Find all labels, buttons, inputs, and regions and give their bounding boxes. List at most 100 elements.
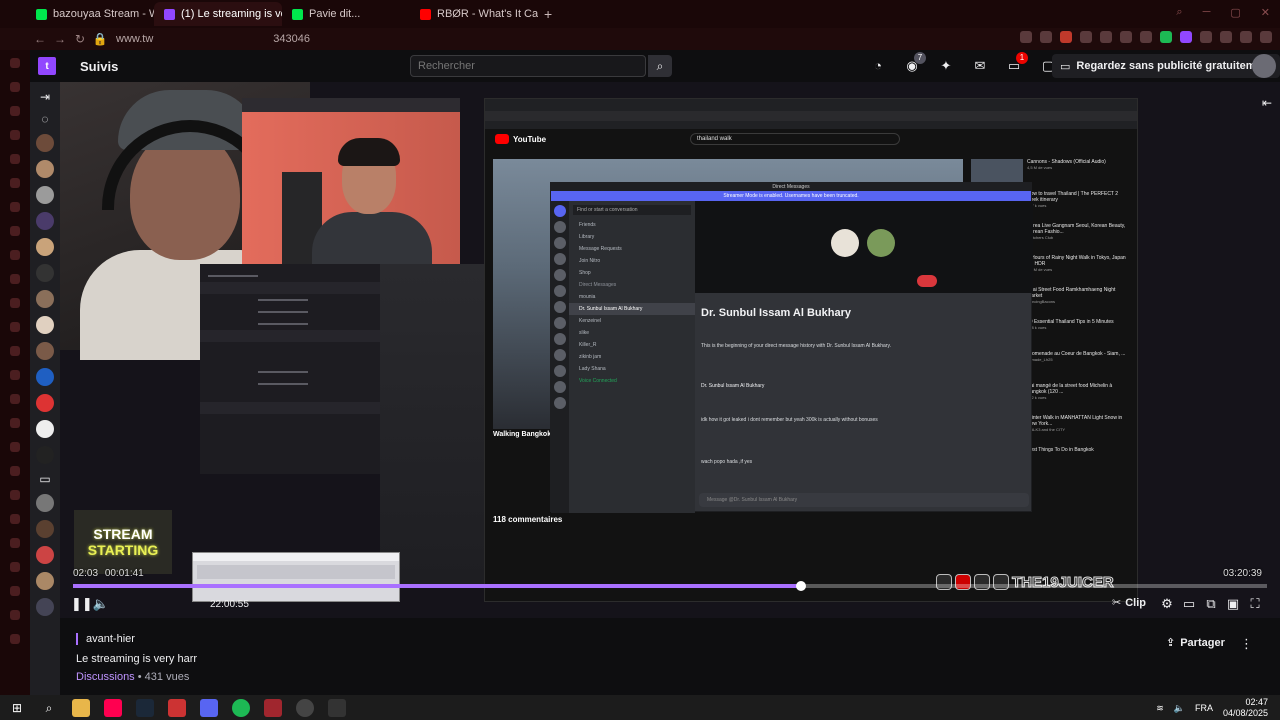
heart-icon[interactable] — [1120, 31, 1132, 43]
theatre-mode-icon[interactable]: ▭ — [1180, 596, 1198, 612]
channel-avatar[interactable] — [36, 212, 54, 230]
inbox-icon[interactable]: ▭ 1 — [1004, 52, 1028, 76]
sidebar-app-icon[interactable] — [10, 202, 20, 212]
channel-avatar[interactable] — [36, 546, 54, 564]
channel-avatar[interactable] — [36, 598, 54, 616]
obs-icon[interactable] — [296, 698, 314, 717]
collapse-chat-icon[interactable]: ⇤ — [1262, 96, 1272, 110]
new-tab-button[interactable]: + — [544, 6, 552, 22]
sidebar-app-icon[interactable] — [10, 250, 20, 260]
sidebar-app-icon[interactable] — [10, 58, 20, 68]
windows-start-icon[interactable]: ⊞ — [8, 699, 26, 717]
extension-icon[interactable] — [1040, 31, 1052, 43]
browser-tab-active[interactable]: (1) Le streaming is ver ✕ — [154, 2, 282, 26]
channel-avatar[interactable] — [36, 342, 54, 360]
extension-icon[interactable] — [1180, 31, 1192, 43]
file-explorer-icon[interactable] — [72, 698, 90, 717]
extension-icon[interactable] — [1020, 31, 1032, 43]
profile-icon[interactable] — [1240, 31, 1252, 43]
channel-avatar[interactable] — [36, 290, 54, 308]
channel-avatar[interactable] — [36, 368, 54, 386]
channel-avatar[interactable] — [36, 520, 54, 538]
extension-icon[interactable] — [1080, 31, 1092, 43]
app-icon[interactable] — [168, 698, 186, 717]
system-clock[interactable]: 02:47 04/08/2025 — [1223, 697, 1268, 719]
url-text-end[interactable]: 343046 — [273, 33, 310, 45]
sidebar-app-icon[interactable] — [10, 370, 20, 380]
browser-icon[interactable] — [264, 698, 282, 717]
channel-avatar[interactable] — [36, 394, 54, 412]
sidebar-app-icon[interactable] — [10, 610, 20, 620]
camera-icon[interactable]: ▭ — [39, 472, 50, 486]
wifi-icon[interactable]: ≋ — [1156, 703, 1164, 714]
sidebar-app-icon[interactable] — [10, 394, 20, 404]
search-input[interactable] — [410, 55, 646, 77]
extensions-icon[interactable]: ⧉ — [1202, 596, 1220, 612]
channel-avatar[interactable] — [36, 134, 54, 152]
search-tabs-icon[interactable]: ⌕ — [1176, 6, 1182, 19]
sidebar-app-icon[interactable] — [10, 274, 20, 284]
video-player[interactable]: YouTube thailand walk Walking Bangkok 11… — [60, 82, 1280, 618]
menu-dots-icon[interactable] — [1260, 31, 1272, 43]
extension-icon[interactable] — [1060, 31, 1072, 43]
channel-avatar[interactable] — [36, 186, 54, 204]
maximize-icon[interactable]: ▢ — [1230, 6, 1240, 19]
extension-icon[interactable] — [1100, 31, 1112, 43]
sidebar-app-icon[interactable] — [10, 586, 20, 596]
settings-gear-icon[interactable]: ⚙ — [1158, 596, 1176, 612]
channel-avatar[interactable] — [36, 316, 54, 334]
sidebar-app-icon[interactable] — [10, 538, 20, 548]
share-button[interactable]: ⇪ Partager — [1166, 636, 1225, 650]
sidebar-app-icon[interactable] — [10, 466, 20, 476]
search-button[interactable]: ⌕ — [648, 55, 672, 77]
sidebar-app-icon[interactable] — [10, 322, 20, 332]
sidebar-app-icon[interactable] — [10, 634, 20, 644]
channel-avatar[interactable] — [36, 494, 54, 512]
activity-icon[interactable]: ✦ — [936, 56, 956, 76]
sidebar-app-icon[interactable] — [10, 346, 20, 356]
search-icon[interactable]: ⌕ — [40, 699, 58, 717]
notifications-icon[interactable]: ◉ 7 — [902, 52, 926, 76]
tiktok-icon[interactable] — [104, 698, 122, 717]
steam-icon[interactable] — [136, 698, 154, 717]
channel-avatar[interactable] — [36, 446, 54, 464]
puzzle-icon[interactable] — [1220, 31, 1232, 43]
sidebar-app-icon[interactable] — [10, 418, 20, 428]
browser-tab[interactable]: bazouyaa Stream - Watch — [26, 2, 154, 26]
twitch-logo-icon[interactable]: t — [38, 57, 56, 75]
seek-bar[interactable] — [73, 581, 1267, 591]
channel-avatar[interactable] — [36, 264, 54, 282]
sidebar-app-icon[interactable] — [10, 514, 20, 524]
sidebar-app-icon[interactable] — [10, 82, 20, 92]
back-icon[interactable]: ← — [30, 32, 50, 46]
following-link[interactable]: Suivis — [80, 59, 118, 74]
drops-icon[interactable]: ◔ — [868, 56, 888, 76]
recommended-icon[interactable]: ◌ — [41, 112, 48, 126]
language-indicator[interactable]: FRA — [1195, 703, 1213, 713]
more-options-icon[interactable]: ⋮ — [1240, 636, 1253, 652]
extension-icon[interactable] — [1200, 31, 1212, 43]
sidebar-app-icon[interactable] — [10, 226, 20, 236]
forward-icon[interactable]: → — [50, 32, 70, 46]
user-avatar[interactable] — [1252, 54, 1276, 78]
expand-sidebar-icon[interactable]: ⇥ — [40, 90, 50, 104]
ad-free-button[interactable]: ▭ Regardez sans publicité gratuitement — [1052, 54, 1280, 78]
channel-avatar[interactable] — [36, 420, 54, 438]
close-window-icon[interactable]: ✕ — [1261, 6, 1270, 19]
category-link[interactable]: Discussions — [76, 671, 135, 683]
sidebar-app-icon[interactable] — [10, 178, 20, 188]
channel-avatar[interactable] — [36, 160, 54, 178]
picture-in-picture-icon[interactable]: ▣ — [1224, 596, 1242, 612]
sidebar-app-icon[interactable] — [10, 106, 20, 116]
extension-icon[interactable] — [1160, 31, 1172, 43]
mail-icon[interactable]: ✉ — [970, 56, 990, 76]
extension-icon[interactable] — [1140, 31, 1152, 43]
sidebar-app-icon[interactable] — [10, 130, 20, 140]
clip-button[interactable]: ✂ Clip — [1112, 596, 1146, 610]
reload-icon[interactable]: ↻ — [70, 32, 90, 46]
sidebar-app-icon[interactable] — [10, 562, 20, 572]
browser-tab[interactable]: RBØR - What's It Called ( — [410, 2, 538, 26]
sidebar-app-icon[interactable] — [10, 298, 20, 308]
url-text-start[interactable]: www.tw — [116, 33, 153, 45]
volume-tray-icon[interactable]: 🔈 — [1174, 703, 1185, 714]
